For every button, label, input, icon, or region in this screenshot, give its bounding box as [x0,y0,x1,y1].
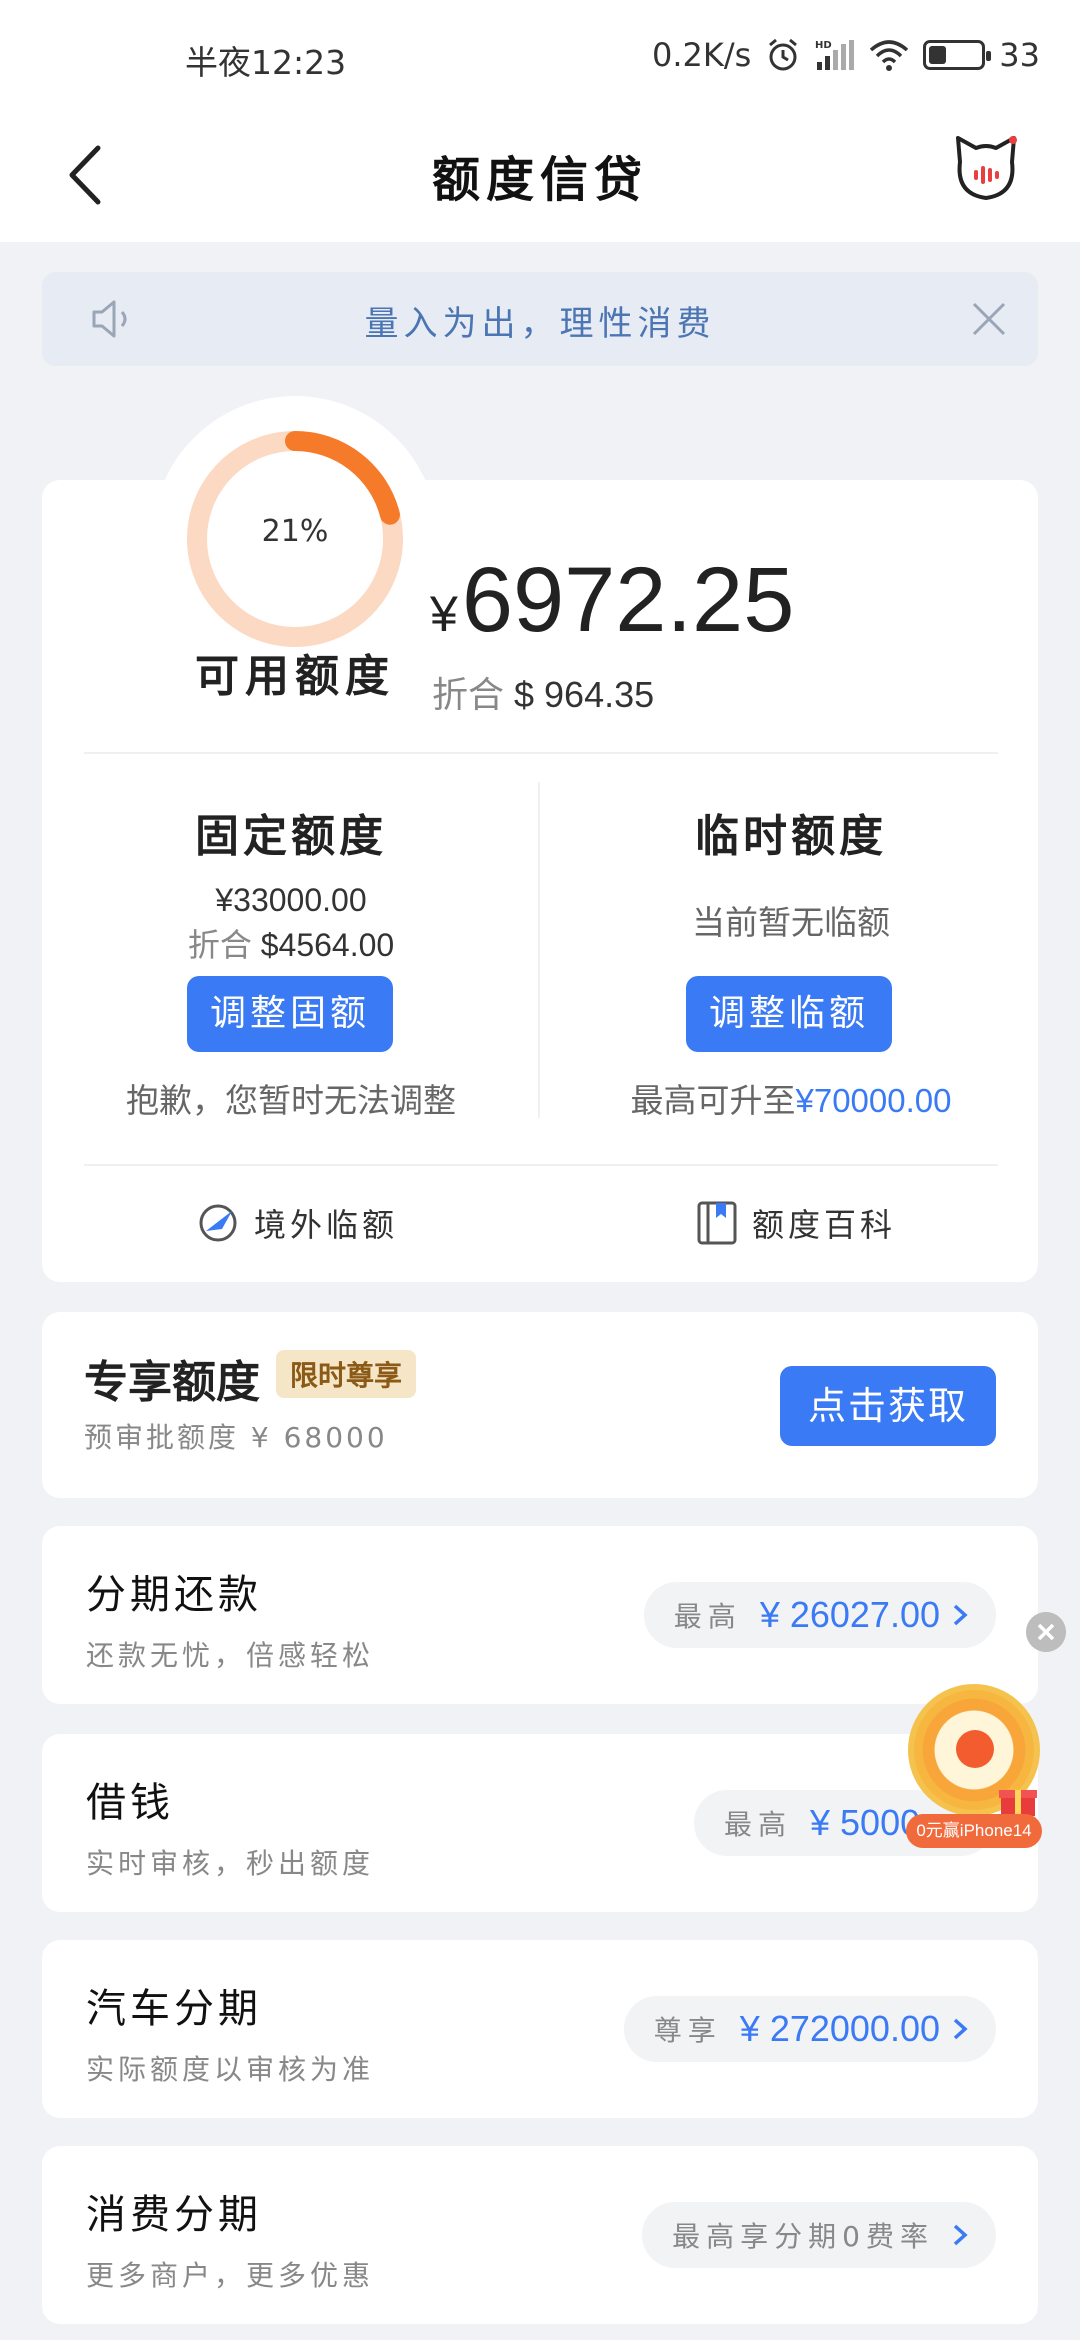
svg-text:HD: HD [815,40,832,51]
signal-icon: HD [815,40,855,70]
temporary-credit-status: 当前暂无临额 [692,903,890,942]
battery-level [929,46,946,64]
adjust-fixed-button[interactable]: 调整固额 [187,976,393,1052]
battery-percent: 33 [999,36,1040,74]
status-indicators: 0.2K/s HD 33 [652,36,1040,74]
usage-percent: 21% [261,514,329,549]
exclusive-credit-title: 专享额度 [84,1357,260,1408]
adjust-temporary-button[interactable]: 调整临额 [686,976,892,1052]
divider [84,752,998,754]
floating-close-icon[interactable] [1026,1612,1066,1652]
network-speed: 0.2K/s [651,36,752,74]
product-row-car-installment[interactable]: 汽车分期 实际额度以审核为准 尊享 ¥ 272000.00 [42,1940,1038,2118]
converted-label: 折合 [432,674,505,715]
product-subtitle: 实时审核，秒出额度 [86,1847,375,1880]
note-value: ¥70000.00 [795,1082,952,1119]
note-prefix: 最高可升至 [630,1081,796,1120]
gift-box-icon [999,1790,1037,1816]
available-credit-label: 可用额度 [195,651,395,702]
notice-text: 量入为出，理性消费 [364,304,716,344]
product-title: 消费分期 [86,2192,262,2238]
available-amount: ¥6972.25 [430,548,794,653]
product-row-consumer-installment[interactable]: 消费分期 更多商户，更多优惠 最高享分期0费率 [42,2146,1038,2324]
divider [84,1164,998,1166]
converted-amount: 折合 $ 964.35 [432,666,654,718]
close-icon[interactable] [968,298,1010,340]
plane-globe-icon [199,1204,237,1242]
product-row-borrow[interactable]: 借钱 实时审核，秒出额度 最高 ¥ 5000 [42,1734,1038,1912]
battery-icon [923,40,992,70]
wheel-pointer [956,1730,994,1768]
column-divider [538,782,540,1118]
product-title: 借钱 [86,1780,174,1826]
alarm-icon [769,38,798,71]
fixed-credit-amount: ¥33000.00 [215,882,367,918]
wifi-icon [870,40,909,71]
status-time: 半夜12:23 [185,43,347,82]
page-title: 额度信贷 [431,152,648,208]
pre-approved-amount: 预审批额度 ¥ 68000 [84,1421,388,1454]
product-limit-pill[interactable]: 最高 ¥ 26027.00 [643,1582,996,1648]
get-exclusive-button[interactable]: 点击获取 [780,1366,996,1446]
pill-value: ¥ 26027.00 [759,1594,940,1635]
product-title: 汽车分期 [86,1986,262,2032]
pill-label: 最高 [673,1600,742,1633]
fixed-credit-note: 抱歉，您暂时无法调整 [126,1081,456,1120]
exclusive-credit-card: 专享额度 限时尊享 预审批额度 ¥ 68000 点击获取 [42,1312,1038,1498]
product-title: 分期还款 [86,1572,262,1618]
currency-symbol: ¥ [430,586,458,642]
status-bar: 半夜12:23 0.2K/s HD 33 [0,0,1080,110]
fixed-credit-converted: 折合 $4564.00 [84,920,498,966]
converted-value: $ 964.35 [514,674,655,715]
temporary-credit-note: 最高可升至¥70000.00 [560,1074,1022,1122]
customer-service-icon[interactable] [950,132,1022,204]
notice-banner: 量入为出，理性消费 [42,272,1038,366]
credit-encyclopedia-link[interactable]: 额度百科 [696,1200,896,1246]
pill-value: ¥ 5000 [810,1802,921,1843]
pill-label: 最高享分期0费率 [672,2220,934,2253]
header: 额度信贷 [0,110,1080,242]
pill-label: 最高 [724,1808,793,1841]
fixed-credit-title: 固定额度 [195,811,387,862]
limited-badge: 限时尊享 [276,1350,417,1398]
product-subtitle: 实际额度以审核为准 [86,2053,375,2086]
overseas-credit-label: 境外临额 [254,1206,399,1244]
promo-tag[interactable]: 0元赢iPhone14 [906,1814,1042,1848]
product-limit-pill[interactable]: 最高享分期0费率 [642,2202,996,2268]
product-row-installment-repay[interactable]: 分期还款 还款无忧，倍感轻松 最高 ¥ 26027.00 [42,1526,1038,1704]
product-limit-pill[interactable]: 尊享 ¥ 272000.00 [623,1996,996,2062]
pill-label: 尊享 [653,2014,722,2047]
pill-value: ¥ 272000.00 [739,2008,940,2049]
temporary-credit-title: 临时额度 [695,811,887,862]
chevron-right-icon [953,1604,968,1626]
book-icon [697,1201,737,1245]
converted-value: $4564.00 [260,927,395,963]
chevron-right-icon [953,2224,968,2246]
chevron-right-icon [953,2018,968,2040]
product-subtitle: 还款无忧，倍感轻松 [86,1639,375,1672]
available-amount-value: 6972.25 [461,549,795,651]
product-subtitle: 更多商户，更多优惠 [86,2259,375,2292]
credit-encyclopedia-label: 额度百科 [752,1206,897,1244]
overseas-credit-link[interactable]: 境外临额 [196,1200,398,1246]
converted-label: 折合 [187,927,252,963]
